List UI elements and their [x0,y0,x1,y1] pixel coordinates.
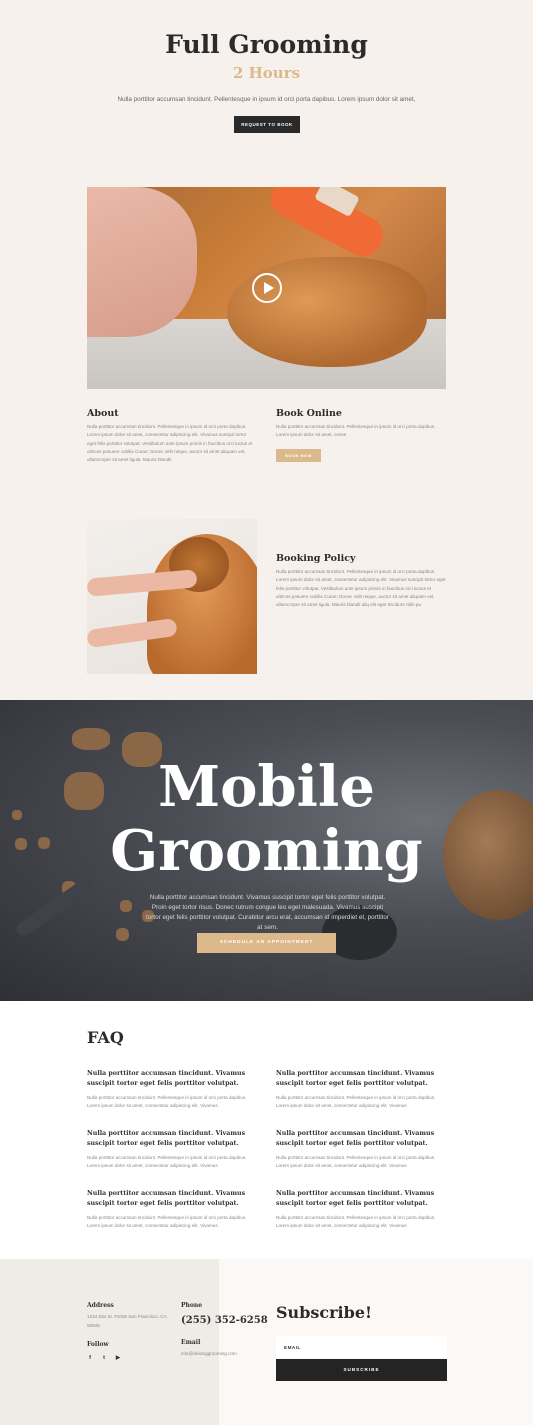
faq-answer: Nulla porttitor accumsan tincidunt. Pell… [87,1154,247,1168]
faq-question: Nulla porttitor accumsan tincidunt. Viva… [87,1130,246,1147]
faq-question: Nulla porttitor accumsan tincidunt. Viva… [276,1190,435,1207]
play-icon[interactable] [252,273,282,303]
faq-question: Nulla porttitor accumsan tincidunt. Viva… [276,1130,435,1147]
book-online-heading: Book Online [276,408,342,419]
duration-subtitle: 2 Hours [232,64,301,82]
page-title: Full Grooming [165,30,368,59]
service-description: Nulla porttitor accumsan tincidunt. Pell… [117,96,416,103]
subscribe-button[interactable]: SUBSCRIBE [276,1359,447,1381]
booking-policy-heading: Booking Policy [276,553,356,564]
faq-question: Nulla porttitor accumsan tincidunt. Viva… [87,1070,246,1087]
mobile-grooming-description: Nulla porttitor accumsan tincidunt. Viva… [146,894,389,931]
faq-item: Nulla porttitor accumsan tincidunt. Viva… [87,1129,257,1170]
address-text: 1234 Divi St. #1000 San Francisco, CA 93… [87,1314,167,1328]
faq-item: Nulla porttitor accumsan tincidunt. Viva… [276,1129,446,1170]
video-thumbnail-paw [227,257,427,367]
phone-number[interactable]: (255) 352-6258 [181,1315,268,1326]
mobile-grooming-section: Mobile Grooming Nulla porttitor accumsan… [0,700,533,1001]
twitter-icon[interactable]: t [101,1355,107,1361]
faq-item: Nulla porttitor accumsan tincidunt. Viva… [276,1069,446,1110]
email-input[interactable] [276,1336,447,1358]
request-to-book-button[interactable]: REQUEST TO BOOK [234,116,300,133]
faq-answer: Nulla porttitor accumsan tincidunt. Pell… [276,1154,436,1168]
faq-answer: Nulla porttitor accumsan tincidunt. Pell… [87,1214,247,1228]
follow-label: Follow [87,1341,109,1348]
service-section: Full Grooming 2 Hours Nulla porttitor ac… [0,0,533,700]
faq-item: Nulla porttitor accumsan tincidunt. Viva… [276,1189,446,1230]
facebook-icon[interactable]: f [87,1355,93,1361]
faq-answer: Nulla porttitor accumsan tincidunt. Pell… [87,1094,247,1108]
book-online-text: Nulla porttitor accumsan tincidunt. Pell… [276,424,436,438]
schedule-appointment-button[interactable]: SCHEDULE AN APPOINTMENT [197,933,336,953]
faq-section: FAQ Nulla porttitor accumsan tincidunt. … [0,1001,533,1259]
email-label: Email [181,1339,201,1346]
clipper-decoration [14,875,96,939]
address-label: Address [87,1302,114,1309]
phone-label: Phone [181,1302,203,1309]
faq-answer: Nulla porttitor accumsan tincidunt. Pell… [276,1094,436,1108]
faq-question: Nulla porttitor accumsan tincidunt. Viva… [276,1070,435,1087]
mobile-title-line1: Mobile [158,754,375,820]
faq-item: Nulla porttitor accumsan tincidunt. Viva… [87,1189,257,1230]
mobile-grooming-title: Mobile Grooming [0,755,533,883]
faq-item: Nulla porttitor accumsan tincidunt. Viva… [87,1069,257,1110]
footer: Address 1234 Divi St. #1000 San Francisc… [0,1259,533,1425]
dog-grooming-image [87,519,257,674]
email-address[interactable]: info@dividoggrooming.com [181,1350,237,1359]
faq-question: Nulla porttitor accumsan tincidunt. Viva… [87,1190,246,1207]
video-thumbnail-hand [87,187,197,337]
booking-policy-text: Nulla porttitor accumsan tincidunt. Pell… [276,569,446,608]
faq-heading: FAQ [87,1028,124,1047]
youtube-icon[interactable]: ▶ [115,1355,121,1361]
faq-answer: Nulla porttitor accumsan tincidunt. Pell… [276,1214,436,1228]
social-links: f t ▶ [87,1355,121,1361]
subscribe-heading: Subscribe! [276,1303,373,1322]
mobile-title-line2: Grooming [110,818,423,884]
about-text: Nulla porttitor accumsan tincidunt. Pell… [87,424,253,463]
about-heading: About [87,408,119,419]
book-now-button[interactable]: BOOK NOW [276,449,321,462]
